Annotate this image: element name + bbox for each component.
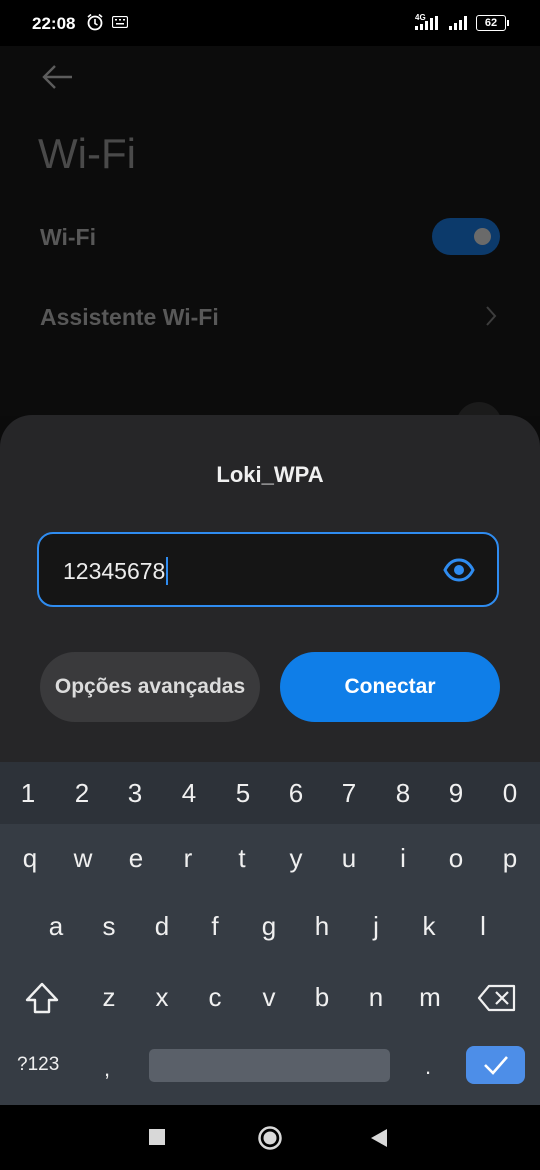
key-0[interactable]: 0 bbox=[483, 778, 537, 809]
key-3[interactable]: 3 bbox=[108, 778, 162, 809]
key-g[interactable]: g bbox=[242, 911, 296, 942]
battery-icon: 62 bbox=[476, 15, 506, 31]
key-7[interactable]: 7 bbox=[322, 778, 376, 809]
space-bar[interactable] bbox=[149, 1049, 390, 1082]
battery-tip bbox=[507, 20, 509, 26]
key-f[interactable]: f bbox=[188, 911, 242, 942]
password-value: 12345678 bbox=[63, 558, 166, 584]
key-y[interactable]: y bbox=[269, 843, 323, 874]
key-2[interactable]: 2 bbox=[55, 778, 109, 809]
connect-button[interactable]: Conectar bbox=[280, 652, 500, 722]
signal-icon bbox=[415, 16, 438, 30]
period-key[interactable]: . bbox=[425, 1054, 431, 1080]
key-u[interactable]: u bbox=[322, 843, 376, 874]
key-m[interactable]: m bbox=[403, 982, 457, 1013]
password-value-wrap: 12345678 bbox=[63, 557, 169, 585]
key-x[interactable]: x bbox=[135, 982, 189, 1013]
key-a[interactable]: a bbox=[29, 911, 83, 942]
text-caret bbox=[166, 557, 169, 585]
key-r[interactable]: r bbox=[161, 843, 215, 874]
home-icon[interactable] bbox=[257, 1125, 283, 1151]
page-title: Wi-Fi bbox=[38, 130, 136, 177]
key-n[interactable]: n bbox=[349, 982, 403, 1013]
key-6[interactable]: 6 bbox=[269, 778, 323, 809]
battery-level: 62 bbox=[484, 17, 498, 29]
shift-icon[interactable] bbox=[24, 981, 60, 1015]
key-b[interactable]: b bbox=[295, 982, 349, 1013]
dialog-network-name: Loki_WPA bbox=[216, 462, 324, 487]
key-d[interactable]: d bbox=[135, 911, 189, 942]
backspace-icon[interactable] bbox=[477, 984, 517, 1012]
signal-icon bbox=[449, 16, 467, 30]
key-h[interactable]: h bbox=[295, 911, 349, 942]
key-i[interactable]: i bbox=[376, 843, 430, 874]
toggle-knob bbox=[474, 228, 491, 245]
wifi-toggle-label: Wi-Fi bbox=[40, 224, 96, 250]
symbols-key[interactable]: ?123 bbox=[17, 1054, 59, 1076]
key-w[interactable]: w bbox=[56, 843, 110, 874]
comma-key[interactable]: , bbox=[104, 1056, 110, 1082]
password-field[interactable]: 12345678 bbox=[37, 532, 499, 607]
key-v[interactable]: v bbox=[242, 982, 296, 1013]
key-j[interactable]: j bbox=[349, 911, 403, 942]
key-4[interactable]: 4 bbox=[162, 778, 216, 809]
status-time: 22:08 bbox=[32, 14, 76, 33]
status-bar: 22:08 4G 62 bbox=[0, 0, 540, 46]
key-8[interactable]: 8 bbox=[376, 778, 430, 809]
key-e[interactable]: e bbox=[109, 843, 163, 874]
recents-icon[interactable] bbox=[149, 1129, 165, 1145]
advanced-options-button[interactable]: Opções avançadas bbox=[40, 652, 260, 722]
key-p[interactable]: p bbox=[483, 843, 537, 874]
key-5[interactable]: 5 bbox=[216, 778, 270, 809]
key-t[interactable]: t bbox=[215, 843, 269, 874]
wifi-assistant-label[interactable]: Assistente Wi-Fi bbox=[40, 304, 219, 331]
chevron-right-icon bbox=[486, 306, 497, 326]
alarm-icon bbox=[87, 13, 103, 31]
key-s[interactable]: s bbox=[82, 911, 136, 942]
key-c[interactable]: c bbox=[188, 982, 242, 1013]
key-9[interactable]: 9 bbox=[429, 778, 483, 809]
enter-key[interactable] bbox=[466, 1046, 525, 1084]
key-l[interactable]: l bbox=[456, 911, 510, 942]
back-arrow-icon[interactable] bbox=[40, 62, 74, 92]
checkmark-icon bbox=[483, 1056, 508, 1075]
key-1[interactable]: 1 bbox=[1, 778, 55, 809]
keyboard-icon bbox=[112, 16, 128, 28]
wifi-toggle[interactable] bbox=[432, 218, 500, 255]
back-icon[interactable] bbox=[370, 1128, 388, 1148]
navigation-bar bbox=[0, 1105, 540, 1170]
eye-icon[interactable] bbox=[443, 556, 475, 584]
key-q[interactable]: q bbox=[3, 843, 57, 874]
key-o[interactable]: o bbox=[429, 843, 483, 874]
key-k[interactable]: k bbox=[402, 911, 456, 942]
key-z[interactable]: z bbox=[82, 982, 136, 1013]
